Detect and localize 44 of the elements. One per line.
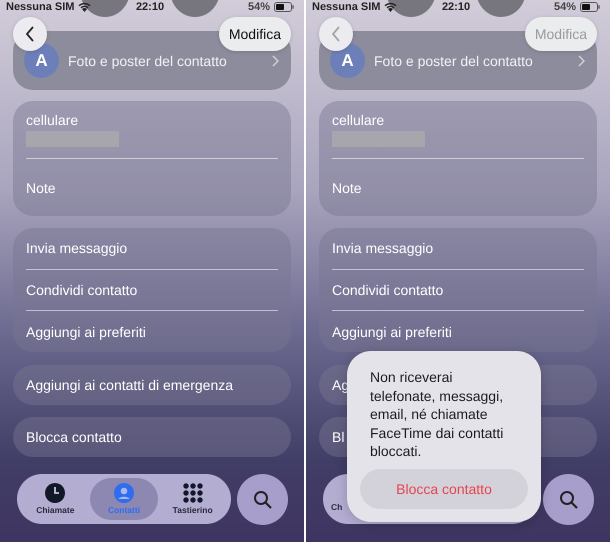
battery-icon (580, 2, 600, 12)
battery-percent: 54% (554, 1, 576, 13)
search-button[interactable] (237, 474, 288, 525)
action-item[interactable]: Invia messaggio (26, 240, 128, 256)
carrier-label: Nessuna SIM (6, 1, 74, 13)
notes-field[interactable]: Note (332, 180, 362, 196)
block-contact-button[interactable]: Blocca contatto (360, 469, 528, 509)
carrier-label: Nessuna SIM (312, 1, 380, 13)
edit-button[interactable]: Modifica (218, 17, 291, 51)
wifi-icon (78, 2, 92, 12)
chevron-right-icon (578, 54, 585, 66)
chevron-right-icon (272, 54, 279, 66)
row-label: Foto e poster del contatto (68, 52, 228, 68)
clock-time: 22:10 (442, 1, 470, 13)
battery-percent: 54% (248, 1, 270, 13)
person-icon (114, 483, 134, 503)
action-item[interactable]: Condividi contatto (26, 282, 138, 298)
clock-time: 22:10 (136, 1, 164, 13)
action-item[interactable]: Aggiungi ai contatti di emergenza (26, 377, 234, 393)
action-item[interactable]: Blocca contatto (26, 429, 122, 445)
action-item[interactable]: Condividi contatto (332, 282, 444, 298)
row-label: Foto e poster del contatto (374, 52, 534, 68)
avatar-initial: A (24, 43, 59, 78)
action-item[interactable]: Aggiungi ai preferiti (26, 324, 146, 340)
field-label: cellulare (332, 112, 386, 128)
action-item[interactable]: Bl (332, 429, 344, 445)
clock-icon (45, 483, 66, 503)
alert-message: Non riceverai telefonate, messaggi, email, né chiamate FaceTime dai contatti bloccati. (370, 368, 504, 460)
search-icon (558, 490, 578, 510)
field-label: cellulare (26, 112, 80, 128)
action-item[interactable]: Invia messaggio (332, 240, 434, 256)
battery-icon (274, 2, 294, 12)
action-item[interactable]: Aggiungi ai preferiti (332, 324, 452, 340)
back-button[interactable] (13, 17, 47, 51)
notes-field[interactable]: Note (26, 180, 56, 196)
wifi-icon (384, 2, 398, 12)
tab[interactable]: Tastierino (158, 478, 228, 520)
search-icon (252, 490, 272, 510)
keypad-icon (182, 483, 203, 503)
avatar-initial: A (330, 43, 365, 78)
tab[interactable]: Chiamate (21, 478, 90, 520)
search-button[interactable] (543, 474, 594, 525)
chevron-left-icon (25, 26, 35, 42)
chevron-left-icon (331, 26, 341, 42)
